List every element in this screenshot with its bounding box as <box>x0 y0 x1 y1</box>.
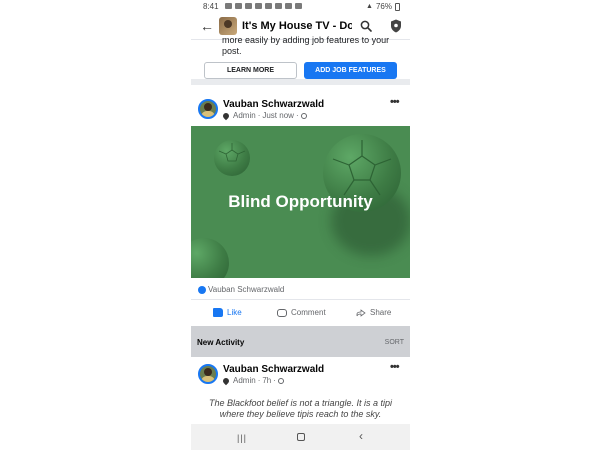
page-title[interactable]: It's My House TV - Do... <box>242 20 352 32</box>
reactions-name[interactable]: Vauban Schwarzwald <box>208 285 284 294</box>
post-header-2: Vauban Schwarzwald Admin · 7h · ••• <box>191 357 410 391</box>
more-icon[interactable]: ••• <box>390 96 400 108</box>
like-label: Like <box>227 308 242 317</box>
nav-back-icon[interactable]: ‹ <box>359 429 363 443</box>
comment-icon <box>277 308 287 317</box>
like-icon <box>213 308 223 317</box>
post-role-2: Admin <box>233 376 256 385</box>
post-role: Admin <box>233 111 256 120</box>
share-label: Share <box>370 308 392 317</box>
globe-icon <box>300 112 307 119</box>
post-author-2[interactable]: Vauban Schwarzwald <box>223 364 324 375</box>
battery-icon <box>395 2 400 11</box>
comment-button[interactable]: Comment <box>277 308 326 317</box>
post-author[interactable]: Vauban Schwarzwald <box>223 99 324 110</box>
status-bar: 8:41 ▲ 76% <box>191 0 410 13</box>
new-activity-bar: New Activity SORT <box>191 326 410 357</box>
add-job-features-button[interactable]: ADD JOB FEATURES <box>304 62 397 79</box>
post-image[interactable]: Blind Opportunity <box>191 126 410 278</box>
job-features-text: more easily by adding job features to yo… <box>222 35 390 56</box>
post-meta-2: Admin · 7h · <box>221 376 284 385</box>
post-text-2: The Blackfoot belief is not a triangle. … <box>208 398 393 419</box>
system-nav-bar: ||| ‹ <box>191 424 410 450</box>
shield-icon[interactable] <box>390 19 402 33</box>
notification-icons <box>225 3 302 9</box>
more-icon[interactable]: ••• <box>390 361 400 373</box>
battery-level: 76% <box>375 2 392 11</box>
phone-screen: 8:41 ▲ 76% ← It's My House TV - Do... mo… <box>191 0 410 450</box>
ball-decoration <box>191 238 229 278</box>
post-time-2[interactable]: 7h <box>262 376 271 385</box>
status-right: ▲ 76% <box>366 2 400 11</box>
comment-label: Comment <box>291 308 326 317</box>
search-icon[interactable] <box>360 20 372 32</box>
image-caption: Blind Opportunity <box>228 192 373 211</box>
avatar[interactable] <box>198 364 218 384</box>
share-icon <box>356 308 366 317</box>
ball-pattern <box>218 143 246 162</box>
post-meta: Admin · Just now · <box>221 111 307 120</box>
page-avatar[interactable] <box>219 17 237 35</box>
signal-icon: ▲ <box>366 3 373 10</box>
job-features-card: more easily by adding job features to yo… <box>191 35 410 85</box>
pin-icon <box>221 376 231 385</box>
recent-apps-icon[interactable]: ||| <box>237 433 247 443</box>
reactions-row[interactable]: Vauban Schwarzwald <box>191 280 410 300</box>
post-time[interactable]: Just now <box>262 111 294 120</box>
post-actions: Like Comment Share <box>191 303 410 325</box>
learn-more-button[interactable]: LEARN MORE <box>204 62 297 79</box>
post-header: Vauban Schwarzwald Admin · Just now · ••… <box>191 92 410 126</box>
like-button[interactable]: Like <box>213 308 242 317</box>
sort-button[interactable]: SORT <box>385 339 404 346</box>
pin-icon <box>221 111 231 120</box>
avatar[interactable] <box>198 99 218 119</box>
status-time: 8:41 <box>203 2 219 11</box>
back-arrow-icon[interactable]: ← <box>200 19 214 33</box>
home-icon[interactable] <box>297 433 305 441</box>
section-title: New Activity <box>197 338 245 347</box>
globe-icon <box>277 377 284 384</box>
like-reaction-icon <box>198 286 206 294</box>
share-button[interactable]: Share <box>356 308 391 317</box>
